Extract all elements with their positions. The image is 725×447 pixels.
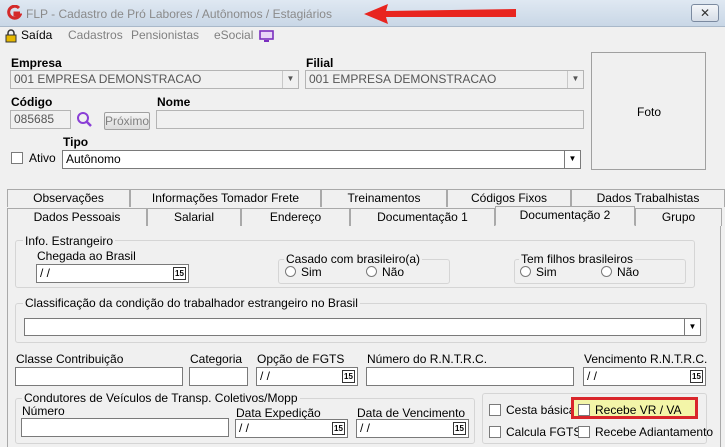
numero-input[interactable] [21,418,229,437]
venc-rntrc-value: / / [587,369,598,383]
categoria-input[interactable] [189,367,248,386]
chegada-value: / / [40,266,51,280]
cesta-basica-checkbox[interactable] [489,404,501,416]
casado-nao-label: Não [382,265,405,279]
filhos-nao-label: Não [617,265,640,279]
vencimento-label: Data de Vencimento [357,406,466,420]
calendar-icon[interactable]: 15 [453,422,466,435]
tab-salarial[interactable]: Salarial [147,208,241,226]
condutores-group-label: Condutores de Veículos de Transp. Coleti… [22,391,300,405]
calendar-icon[interactable]: 15 [690,370,703,383]
classificacao-select[interactable]: ▼ [24,318,701,336]
exit-lock-icon [5,29,17,43]
recebe-adiantamento-label: Recebe Adiantamento [595,425,714,439]
nome-label: Nome [157,95,191,109]
calcula-fgts-label: Calcula FGTS [506,425,582,439]
close-button[interactable]: ✕ [691,4,719,22]
filhos-sim-radio[interactable] [520,266,531,277]
opcao-fgts-date-input[interactable]: / / 15 [256,367,358,386]
tab-grupo[interactable]: Grupo [635,208,722,226]
classificacao-group-label: Classificação da condição do trabalhador… [23,296,360,310]
search-icon[interactable] [76,111,93,128]
casado-sim-label: Sim [301,265,322,279]
tipo-value: Autônomo [66,152,121,166]
empresa-label: Empresa [11,56,62,70]
filial-label: Filial [306,56,334,70]
calendar-icon[interactable]: 15 [342,370,355,383]
tipo-label: Tipo [63,135,89,149]
filhos-nao-radio[interactable] [601,266,612,277]
tab-codigos-fixos[interactable]: Códigos Fixos [447,189,571,207]
menu-saida[interactable]: Saída [21,28,52,42]
recebe-adiantamento-checkbox[interactable] [578,426,590,438]
filial-value: 001 EMPRESA DEMONSTRACAO [309,72,497,86]
ativo-checkbox[interactable] [11,152,23,164]
menu-pensionistas[interactable]: Pensionistas [131,28,199,42]
tab-observacoes[interactable]: Observações [7,189,130,207]
calcula-fgts-checkbox[interactable] [489,426,501,438]
numero-label: Número [22,404,65,418]
casado-group-label: Casado com brasileiro(a) [284,252,423,266]
tab-documentacao-1[interactable]: Documentação 1 [350,208,495,226]
rntrc-input[interactable] [366,367,574,386]
cesta-basica-label: Cesta básica [506,403,576,417]
tipo-select[interactable]: Autônomo ▼ [62,150,581,169]
calendar-icon[interactable]: 15 [173,267,186,280]
ativo-label: Ativo [29,151,56,165]
chegada-date-input[interactable]: / / 15 [36,264,189,283]
tab-endereco[interactable]: Endereço [241,208,350,226]
nome-input[interactable] [156,110,584,129]
chevron-down-icon: ▼ [282,71,298,88]
tab-dados-trabalhistas[interactable]: Dados Trabalhistas [571,189,725,207]
venc-rntrc-label: Vencimento R.N.T.R.C. [584,352,708,366]
photo-label: Foto [637,105,662,119]
venc-rntrc-date-input[interactable]: / / 15 [583,367,706,386]
opcao-fgts-label: Opção de FGTS [257,352,345,366]
chevron-down-icon: ▼ [567,71,583,88]
vencimento-date-input[interactable]: / / 15 [356,419,469,438]
tab-dados-pessoais[interactable]: Dados Pessoais [7,208,147,226]
codigo-input[interactable]: 085685 [10,110,71,129]
tab-documentacao-2[interactable]: Documentação 2 [495,206,635,226]
classe-contribuicao-label: Classe Contribuição [16,352,124,366]
tab-informacoes-tomador-frete[interactable]: Informações Tomador Frete [130,189,321,207]
casado-nao-radio[interactable] [366,266,377,277]
categoria-label: Categoria [190,352,243,366]
expedicao-value: / / [239,421,250,435]
menu-cadastros[interactable]: Cadastros [68,28,123,42]
esocial-monitor-icon[interactable] [259,30,274,43]
proximo-button[interactable]: Próximo [104,112,150,130]
chevron-down-icon: ▼ [684,319,700,335]
filial-select[interactable]: 001 EMPRESA DEMONSTRACAO ▼ [305,70,584,89]
tab-treinamentos[interactable]: Treinamentos [321,189,447,207]
rntrc-label: Número do R.N.T.R.C. [367,352,488,366]
expedicao-date-input[interactable]: / / 15 [235,419,348,438]
annotation-arrow [360,0,520,28]
chegada-label: Chegada ao Brasil [37,249,136,263]
recebe-vrva-label: Recebe VR / VA [595,403,682,417]
recebe-vrva-checkbox[interactable] [578,404,590,416]
filhos-sim-label: Sim [536,265,557,279]
chevron-down-icon: ▼ [564,151,580,168]
casado-sim-radio[interactable] [285,266,296,277]
opcao-fgts-value: / / [260,369,271,383]
codigo-label: Código [11,95,53,109]
filhos-group-label: Tem filhos brasileiros [519,252,636,266]
empresa-value: 001 EMPRESA DEMONSTRACAO [14,72,202,86]
expedicao-label: Data Expedição [236,406,321,420]
calendar-icon[interactable]: 15 [332,422,345,435]
empresa-select[interactable]: 001 EMPRESA DEMONSTRACAO ▼ [10,70,299,89]
menu-esocial[interactable]: eSocial [214,28,253,42]
estrangeiro-group-label: Info. Estrangeiro [23,234,116,248]
window-title: FLP - Cadastro de Pró Labores / Autônomo… [26,7,332,21]
classe-contribuicao-input[interactable] [15,367,183,386]
app-logo-icon [6,4,23,21]
vencimento-value: / / [360,421,371,435]
